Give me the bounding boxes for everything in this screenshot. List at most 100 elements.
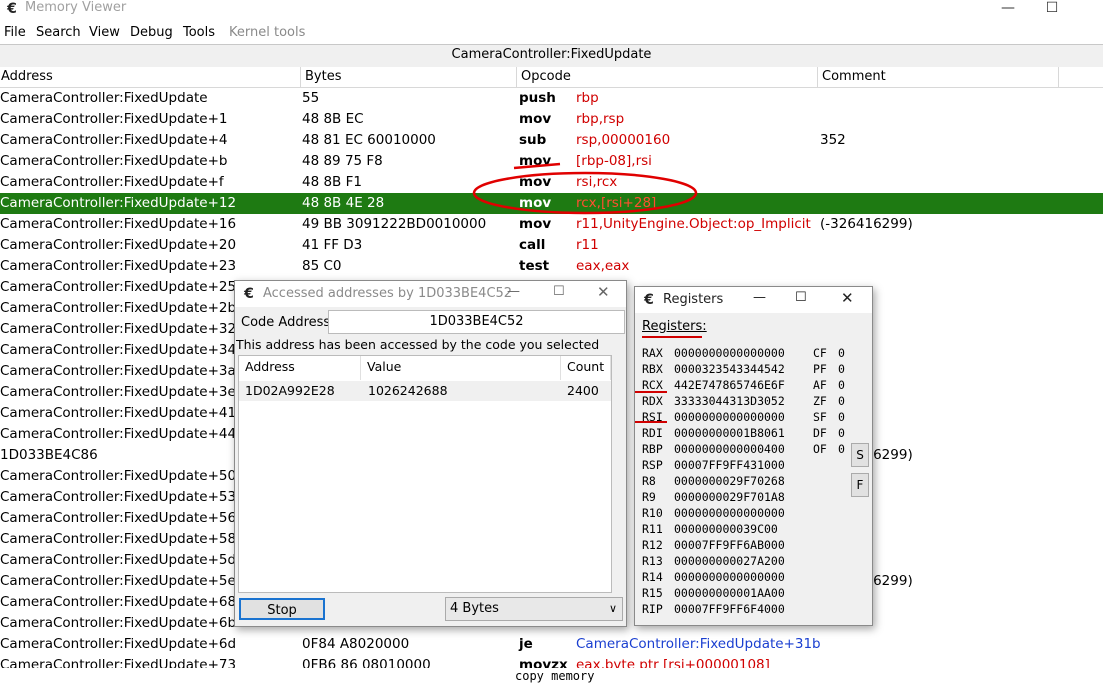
dialog-title: Registers (663, 292, 724, 307)
column-divider[interactable] (516, 67, 517, 87)
register-name: R11 (642, 522, 663, 536)
menu-debug[interactable]: Debug (130, 24, 173, 41)
flag-name: OF (813, 442, 827, 456)
register-r11[interactable]: R11 000000000039C00 (642, 521, 778, 537)
maximize-button[interactable]: ☐ (1035, 0, 1069, 18)
maximize-icon[interactable]: ☐ (795, 290, 807, 305)
row-address: CameraController:FixedUpdate+44 (0, 426, 237, 442)
register-rdi[interactable]: RDI 00000000001B8061 (642, 425, 785, 441)
flag-af[interactable]: AF 0 (813, 377, 845, 393)
menu-search[interactable]: Search (36, 24, 81, 41)
column-opcode[interactable]: Opcode (521, 68, 571, 86)
register-value: 000000000039C00 (674, 522, 778, 536)
maximize-icon[interactable]: ☐ (553, 284, 565, 299)
table-row[interactable]: CameraController:FixedUpdate+1 48 8B EC mo… (0, 109, 1103, 130)
row-bytes: 48 89 75 F8 (302, 153, 383, 169)
row-address: CameraController:FixedUpdate+2b (0, 300, 237, 316)
flag-sf[interactable]: SF 0 (813, 409, 845, 425)
minimize-button[interactable]: — (991, 0, 1025, 18)
s-button[interactable]: S (851, 443, 869, 467)
register-name: R10 (642, 506, 663, 520)
red-underline-annotation (635, 391, 667, 393)
list-header-value[interactable]: Value (361, 356, 561, 380)
menu-file[interactable]: File (4, 24, 26, 41)
entry-address: 1D02A992E28 (245, 383, 335, 398)
list-header-count[interactable]: Count (561, 356, 611, 380)
column-comment[interactable]: Comment (822, 68, 886, 86)
register-value: 00007FF9FF6F4000 (674, 602, 785, 616)
register-value: 0000000029F70268 (674, 474, 785, 488)
flag-pf[interactable]: PF 0 (813, 361, 845, 377)
register-name: RDX (642, 394, 663, 408)
size-select[interactable]: 4 Bytes ∨ (445, 597, 623, 621)
register-rbx[interactable]: RBX 0000323543344542 (642, 361, 785, 377)
stop-button[interactable]: Stop (239, 598, 325, 620)
entry-value: 1026242688 (368, 383, 448, 398)
row-address: CameraController:FixedUpdate+41 (0, 405, 237, 421)
chevron-down-icon: ∨ (608, 602, 617, 615)
dialog-titlebar[interactable]: € Accessed addresses by 1D033BE4C52 — ☐ … (235, 281, 626, 307)
flag-zf[interactable]: ZF 0 (813, 393, 845, 409)
menu-kernel-tools[interactable]: Kernel tools (229, 24, 305, 41)
list-header-address[interactable]: Address (239, 356, 361, 380)
flag-cf[interactable]: CF 0 (813, 345, 845, 361)
register-r13[interactable]: R13 000000000027A200 (642, 553, 785, 569)
flag-df[interactable]: DF 0 (813, 425, 845, 441)
column-address[interactable]: Address (1, 68, 53, 86)
column-divider[interactable] (1058, 67, 1059, 87)
row-address: CameraController:FixedUpdate+73 (0, 657, 237, 668)
column-divider[interactable] (817, 67, 818, 87)
register-rax[interactable]: RAX 0000000000000000 (642, 345, 785, 361)
register-rdx[interactable]: RDX 33333044313D3052 (642, 393, 785, 409)
list-item[interactable]: 1D02A992E28 1026242688 2400 (239, 381, 611, 401)
table-row[interactable]: CameraController:FixedUpdate+73 0FB6 86 0… (0, 655, 1103, 668)
row-bytes: 48 8B F1 (302, 174, 362, 190)
register-rbp[interactable]: RBP 0000000000000400 (642, 441, 785, 457)
register-name: RSP (642, 458, 663, 472)
table-row[interactable]: CameraController:FixedUpdate+23 85 C0 test… (0, 256, 1103, 277)
menu-tools[interactable]: Tools (183, 24, 215, 41)
row-bytes: 0F84 A8020000 (302, 636, 410, 652)
row-opcode: test (519, 258, 550, 274)
register-r15[interactable]: R15 000000000001AA00 (642, 585, 785, 601)
register-rip[interactable]: RIP 00007FF9FF6F4000 (642, 601, 785, 617)
f-button[interactable]: F (851, 473, 869, 497)
table-row[interactable]: CameraController:FixedUpdate+20 41 FF D3 c… (0, 235, 1103, 256)
register-value: 442E747865746E6F (674, 378, 785, 392)
code-address-field[interactable]: 1D033BE4C52 (328, 310, 625, 334)
table-row[interactable]: CameraController:FixedUpdate+6d 0F84 A802… (0, 634, 1103, 655)
dialog-titlebar[interactable]: € Registers — ☐ ✕ (635, 287, 872, 313)
row-bytes: 49 BB 3091222BD0010000 (302, 216, 487, 232)
accessed-addresses-list[interactable]: Address Value Count 1D02A992E28 10262426… (238, 355, 612, 593)
register-r8[interactable]: R8 0000000029F70268 (642, 473, 785, 489)
register-value: 000000000027A200 (674, 554, 785, 568)
register-rsp[interactable]: RSP 00007FF9FF431000 (642, 457, 785, 473)
register-r12[interactable]: R12 00007FF9FF6AB000 (642, 537, 785, 553)
main-titlebar[interactable]: € Memory Viewer — ☐ (0, 0, 1103, 22)
column-bytes[interactable]: Bytes (305, 68, 341, 86)
minimize-icon[interactable]: — (753, 290, 766, 305)
register-name: RDI (642, 426, 663, 440)
minimize-icon[interactable]: — (507, 284, 520, 299)
row-bytes: 48 8B EC (302, 111, 364, 127)
dialog-title: Accessed addresses by 1D033BE4C52 (263, 286, 513, 301)
row-operands: rbp (576, 90, 599, 106)
cheat-engine-logo-icon: € (7, 1, 17, 17)
column-divider[interactable] (300, 67, 301, 87)
register-r9[interactable]: R9 0000000029F701A8 (642, 489, 785, 505)
row-address: CameraController:FixedUpdate+12 (0, 195, 237, 211)
flag-of[interactable]: OF 0 (813, 441, 845, 457)
row-operands: CameraController:FixedUpdate+31b (576, 636, 821, 652)
table-row[interactable]: CameraController:FixedUpdate 55 push rbp (0, 88, 1103, 109)
row-comment: (-326416299) (820, 216, 913, 232)
close-icon[interactable]: ✕ (597, 283, 610, 301)
table-row[interactable]: CameraController:FixedUpdate+4 48 81 EC 6… (0, 130, 1103, 151)
register-r14[interactable]: R14 0000000000000000 (642, 569, 785, 585)
info-text: This address has been accessed by the co… (236, 337, 600, 352)
register-r10[interactable]: R10 0000000000000000 (642, 505, 785, 521)
menu-bar: File Search View Debug Tools Kernel tool… (0, 22, 1103, 43)
close-icon[interactable]: ✕ (841, 289, 854, 307)
menu-view[interactable]: View (89, 24, 120, 41)
size-select-value: 4 Bytes (450, 601, 499, 616)
row-address: CameraController:FixedUpdate+53 (0, 489, 237, 505)
